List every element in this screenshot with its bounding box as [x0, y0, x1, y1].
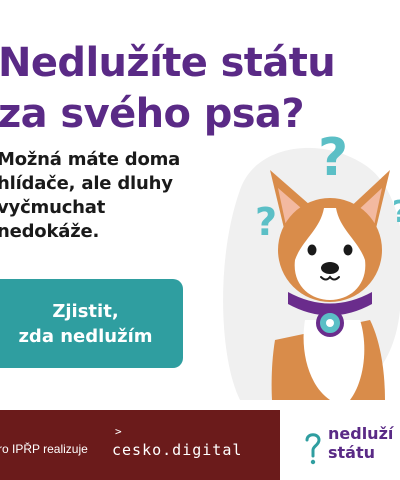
headline-line-1: Nedlužíte státu: [0, 40, 336, 86]
subtext-line-3: vyčmuchat: [0, 197, 106, 218]
cesko-digital-name: cesko.digital: [112, 441, 243, 459]
footer-partner-bar: ro IPŘP realizuje > cesko.digital: [0, 410, 280, 480]
cta-line-2: zda nedlužím: [18, 325, 153, 347]
check-debt-button[interactable]: Zjistit, zda nedlužím: [0, 279, 183, 368]
question-mark-icon: ?: [392, 195, 400, 230]
question-mark-icon: ?: [255, 200, 277, 244]
subtext: Možná máte doma hlídače, ale dluhy vyčmu…: [0, 148, 217, 244]
dog-nose: [321, 262, 339, 274]
brand-line-1: nedluží: [328, 424, 394, 443]
collar-tag-center: [326, 319, 334, 327]
footer: ro IPŘP realizuje > cesko.digital nedluž…: [0, 410, 400, 480]
cta-line-1: Zjistit,: [52, 300, 119, 322]
dog-illustration: ? ? ?: [223, 128, 400, 400]
footer-note: ro IPŘP realizuje: [0, 442, 88, 456]
subtext-line-2: hlídače, ale dluhy: [0, 173, 173, 194]
nedluzi-lock-icon: [305, 433, 321, 465]
dog-right-eye: [343, 244, 353, 256]
nedluzi-statu-wordmark: nedluží státu: [328, 424, 393, 462]
dog-left-eye: [307, 244, 317, 256]
chevron-right-icon: >: [115, 425, 122, 438]
nedluzi-statu-logo[interactable]: nedluží státu: [280, 410, 400, 480]
subtext-line-1: Možná máte doma: [0, 149, 181, 170]
question-mark-icon: ?: [318, 128, 348, 188]
brand-line-2: státu: [328, 443, 376, 462]
subtext-line-4: nedokáže.: [0, 221, 100, 242]
